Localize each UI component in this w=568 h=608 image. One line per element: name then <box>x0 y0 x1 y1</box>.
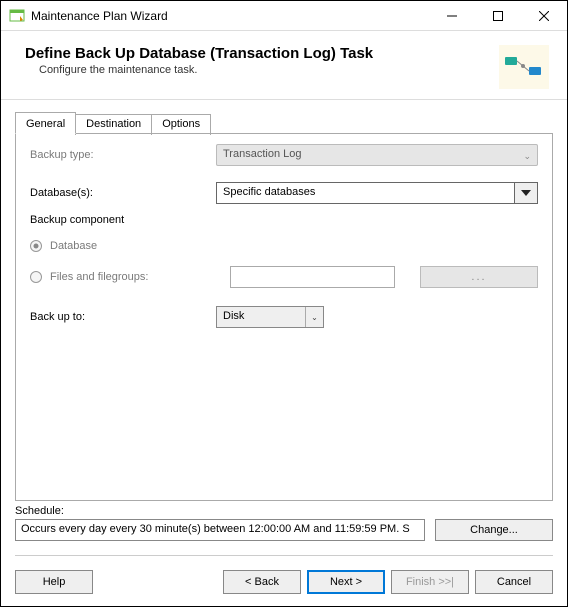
backup-type-label: Backup type: <box>30 149 216 161</box>
change-schedule-button[interactable]: Change... <box>435 519 553 541</box>
schedule-field[interactable]: Occurs every day every 30 minute(s) betw… <box>15 519 425 541</box>
backup-component-label: Backup component <box>30 214 538 226</box>
app-icon <box>9 8 25 24</box>
tab-strip: General Destination Options <box>15 112 553 133</box>
databases-value: Specific databases <box>216 182 514 204</box>
files-browse-button: ... <box>420 266 538 288</box>
footer: Help < Back Next > Finish >>| Cancel <box>1 556 567 608</box>
files-filegroups-input <box>230 266 395 288</box>
triangle-down-icon <box>521 190 531 196</box>
tab-panel-general: Backup type: Transaction Log ⌄ Database(… <box>15 133 553 501</box>
titlebar: Maintenance Plan Wizard <box>1 1 567 31</box>
tab-general[interactable]: General <box>15 112 76 134</box>
next-button[interactable]: Next > <box>307 570 385 594</box>
window-title: Maintenance Plan Wizard <box>31 9 429 23</box>
page-title: Define Back Up Database (Transaction Log… <box>25 45 499 62</box>
help-button[interactable]: Help <box>15 570 93 594</box>
schedule-label: Schedule: <box>15 505 553 517</box>
backup-to-chevron[interactable]: ⌄ <box>305 307 323 327</box>
databases-dropdown-button[interactable] <box>514 182 538 204</box>
radio-database-label: Database <box>50 240 97 252</box>
backup-type-select: Transaction Log ⌄ <box>216 144 538 166</box>
radio-files-filegroups <box>30 271 42 283</box>
backup-to-select[interactable]: Disk ⌄ <box>216 306 324 328</box>
databases-label: Database(s): <box>30 187 216 199</box>
minimize-button[interactable] <box>429 1 475 31</box>
backup-type-value: Transaction Log <box>223 148 301 160</box>
tab-destination[interactable]: Destination <box>75 114 152 135</box>
backup-to-label: Back up to: <box>30 311 216 323</box>
close-button[interactable] <box>521 1 567 31</box>
maximize-button[interactable] <box>475 1 521 31</box>
chevron-down-icon: ⌄ <box>523 151 531 162</box>
cancel-button[interactable]: Cancel <box>475 570 553 594</box>
backup-to-value: Disk <box>217 307 305 327</box>
header: Define Back Up Database (Transaction Log… <box>1 31 567 100</box>
radio-files-label: Files and filegroups: <box>50 271 148 283</box>
back-button[interactable]: < Back <box>223 570 301 594</box>
page-subtitle: Configure the maintenance task. <box>39 64 499 76</box>
radio-database <box>30 240 42 252</box>
chevron-down-icon: ⌄ <box>311 313 318 322</box>
tab-options[interactable]: Options <box>151 114 211 135</box>
finish-button: Finish >>| <box>391 570 469 594</box>
header-graphic <box>499 45 549 89</box>
databases-dropdown[interactable]: Specific databases <box>216 182 538 204</box>
